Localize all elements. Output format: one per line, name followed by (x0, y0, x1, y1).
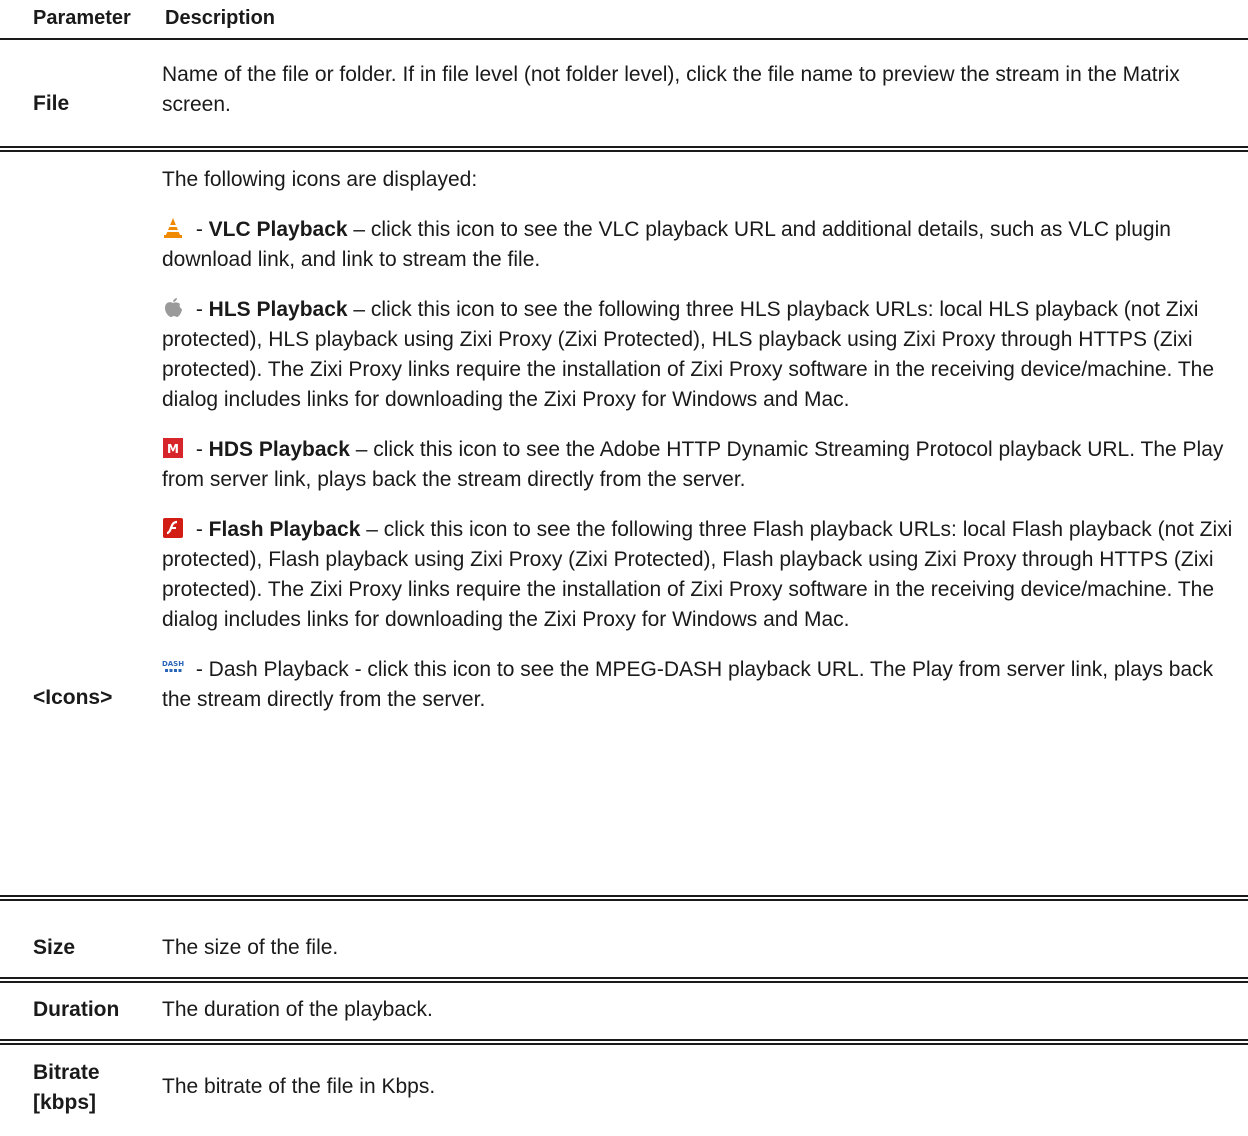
param-file: File (33, 92, 70, 115)
desc-duration-text: The duration of the playback. (162, 998, 433, 1021)
param-duration: Duration (33, 998, 120, 1021)
dash-description: DASH - Dash Playback - click this icon t… (162, 655, 1246, 715)
flash-icon[interactable] (162, 517, 184, 539)
desc-size: The size of the file. (162, 933, 1246, 963)
param-bitrate: Bitrate [kbps] (33, 1058, 100, 1118)
hds-label: HDS Playback (208, 438, 350, 461)
dash-icon-label: DASH (162, 660, 184, 668)
vlc-cone-icon[interactable] (162, 217, 184, 239)
param-bitrate-line1: Bitrate (33, 1061, 100, 1084)
flash-description: - Flash Playback – click this icon to se… (162, 515, 1246, 635)
icons-intro: The following icons are displayed: (162, 168, 478, 191)
vlc-description: - VLC Playback – click this icon to see … (162, 215, 1246, 275)
param-bitrate-line2: [kbps] (33, 1091, 96, 1114)
param-icons: <Icons> (33, 686, 113, 709)
desc-file-text: Name of the file or folder. If in file l… (162, 63, 1180, 116)
header-description: Description (165, 7, 276, 29)
desc-size-text: The size of the file. (162, 936, 339, 959)
row-divider (0, 146, 1248, 152)
flash-dash: - (190, 518, 209, 541)
vlc-dash: - (190, 218, 209, 241)
table-header: Parameter Description (0, 0, 1248, 38)
svg-text:M: M (167, 442, 179, 456)
param-size: Size (33, 936, 76, 959)
flash-label: Flash Playback (208, 518, 361, 541)
hls-description: - HLS Playback – click this icon to see … (162, 295, 1246, 415)
desc-bitrate-text: The bitrate of the file in Kbps. (162, 1075, 436, 1098)
header-parameter: Parameter (33, 7, 131, 29)
header-rule (0, 38, 1248, 40)
row-divider (0, 1039, 1248, 1045)
dash-icon[interactable]: DASH (162, 657, 184, 679)
desc-icons: The following icons are displayed: - VLC… (162, 165, 1246, 715)
apple-icon[interactable] (162, 297, 184, 319)
hls-label: HLS Playback (208, 298, 348, 321)
hds-dash: - (190, 438, 209, 461)
hds-icon[interactable]: M (162, 437, 184, 459)
desc-duration: The duration of the playback. (162, 995, 1246, 1025)
row-divider (0, 895, 1248, 901)
desc-bitrate: The bitrate of the file in Kbps. (162, 1072, 1246, 1102)
row-divider (0, 977, 1248, 983)
hls-dash: - (190, 298, 209, 321)
hds-description: M - HDS Playback – click this icon to se… (162, 435, 1246, 495)
vlc-label: VLC Playback (208, 218, 348, 241)
desc-file: Name of the file or folder. If in file l… (162, 60, 1246, 120)
dash-text: - Dash Playback - click this icon to see… (162, 658, 1214, 711)
